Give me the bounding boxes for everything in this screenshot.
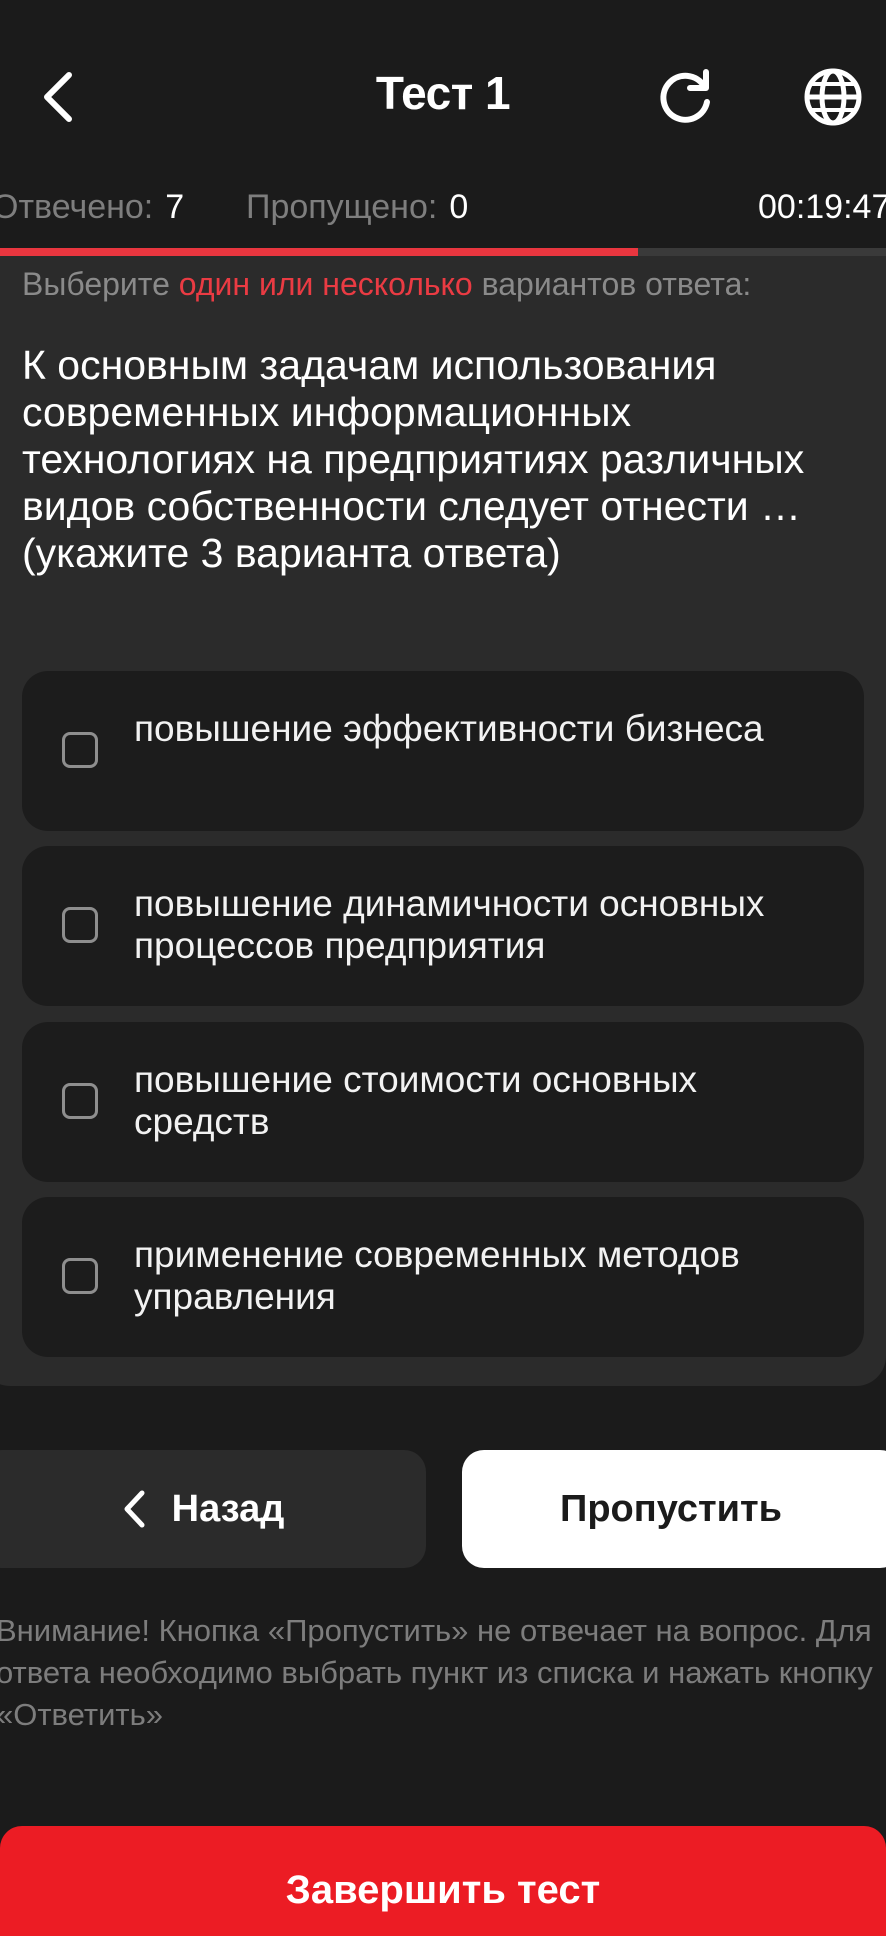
checkbox[interactable] bbox=[62, 907, 98, 943]
answer-option[interactable]: повышение эффективности бизнеса bbox=[22, 671, 864, 831]
back-button[interactable]: Назад bbox=[0, 1450, 426, 1568]
timer: 00:19:47 bbox=[758, 188, 886, 226]
answer-option[interactable]: повышение динамичности основных процессо… bbox=[22, 846, 864, 1006]
option-label: применение современных методов управлени… bbox=[134, 1234, 740, 1317]
progress-fill bbox=[0, 248, 638, 256]
finish-test-label: Завершить тест bbox=[285, 1868, 601, 1912]
answer-option[interactable]: повышение стоимости основных средств bbox=[22, 1022, 864, 1182]
checkbox[interactable] bbox=[62, 1083, 98, 1119]
back-button-label: Назад bbox=[171, 1487, 285, 1530]
globe-icon bbox=[804, 68, 862, 126]
instruction-suffix: вариантов ответа: bbox=[472, 266, 752, 302]
top-bar: Тест 1 bbox=[0, 0, 886, 190]
option-label: повышение эффективности бизнеса bbox=[134, 708, 764, 749]
checkbox[interactable] bbox=[62, 732, 98, 768]
skipped-label: Пропущено: bbox=[246, 188, 438, 226]
answered-label: Отвечено: bbox=[0, 188, 154, 226]
checkbox[interactable] bbox=[62, 1258, 98, 1294]
answer-instruction: Выберите один или несколько вариантов от… bbox=[22, 266, 751, 303]
skip-button-label: Пропустить bbox=[560, 1487, 782, 1530]
answer-option[interactable]: применение современных методов управлени… bbox=[22, 1197, 864, 1357]
skipped-stat: Пропущено: 0 bbox=[246, 188, 468, 227]
language-button[interactable] bbox=[796, 60, 870, 134]
question-text: К основным задачам использования совреме… bbox=[22, 342, 805, 576]
skipped-count: 0 bbox=[449, 188, 469, 226]
test-stats: Отвечено: 7 Пропущено: 0 00:19:47 bbox=[0, 188, 886, 238]
option-label: повышение динамичности основных процессо… bbox=[134, 883, 765, 966]
chevron-left-icon bbox=[124, 1490, 145, 1528]
reload-button[interactable] bbox=[648, 60, 722, 134]
page-title: Тест 1 bbox=[375, 67, 511, 119]
answered-count: 7 bbox=[165, 188, 185, 226]
progress-bar bbox=[0, 248, 886, 256]
answered-stat: Отвечено: 7 bbox=[0, 188, 184, 227]
instruction-prefix: Выберите bbox=[22, 266, 179, 302]
skip-notice: Внимание! Кнопка «Пропустить» не отвечае… bbox=[0, 1613, 873, 1732]
option-label: повышение стоимости основных средств bbox=[134, 1059, 698, 1142]
reload-icon bbox=[660, 69, 710, 123]
skip-button[interactable]: Пропустить bbox=[462, 1450, 886, 1568]
instruction-accent: один или несколько bbox=[178, 266, 473, 302]
